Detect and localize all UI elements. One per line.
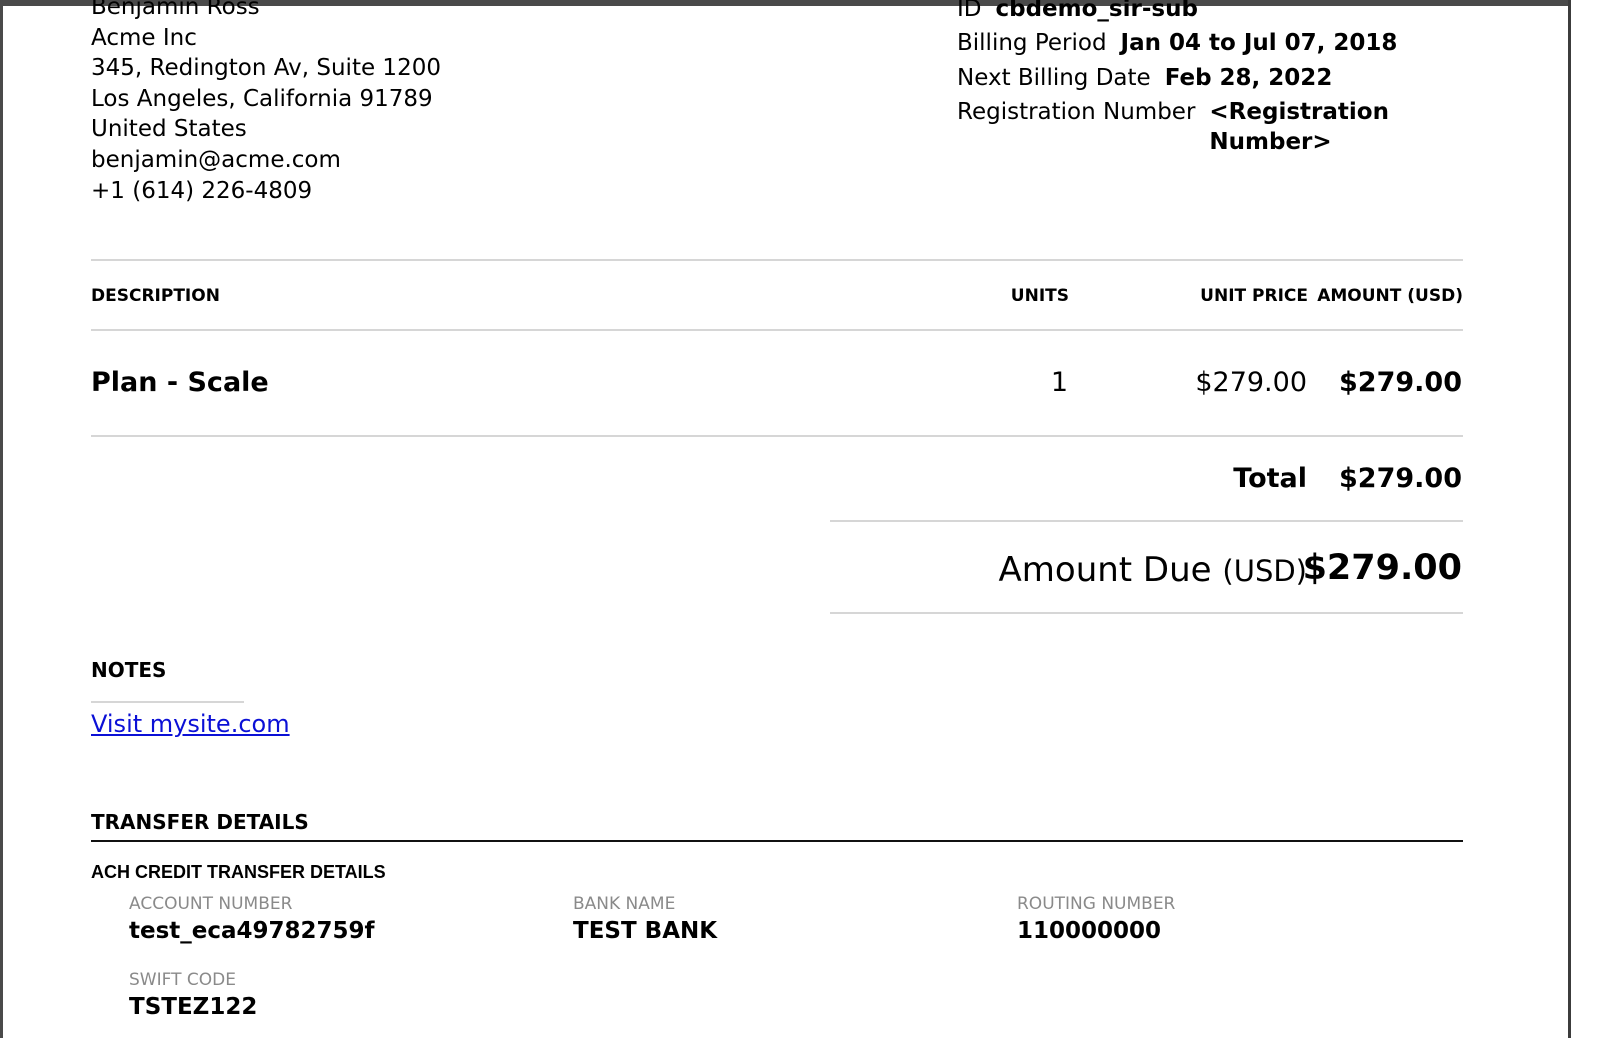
next-billing-label: Next Billing Date — [957, 64, 1151, 91]
customer-name: Benjamin Ross — [91, 0, 260, 20]
amount-due-label: Amount Due — [998, 550, 1212, 590]
next-billing-value: Feb 28, 2022 — [1164, 64, 1333, 91]
page-right-edge — [1568, 0, 1571, 1038]
customer-company: Acme Inc — [91, 24, 197, 51]
bank-name-value: TEST BANK — [573, 918, 718, 944]
total-divider — [830, 520, 1463, 522]
account-number-label: ACCOUNT NUMBER — [129, 894, 293, 914]
billing-period-row: Billing Period Jan 04 to Jul 07, 2018 — [957, 26, 1397, 60]
customer-city-line: Los Angeles, California 91789 — [91, 85, 433, 112]
header-amount: AMOUNT (USD) — [1317, 286, 1463, 306]
row-amount: $279.00 — [1339, 367, 1462, 398]
invoice-meta-block: ID cbdemo_sir-sub Billing Period Jan 04 … — [957, 0, 1397, 157]
swift-code-label: SWIFT CODE — [129, 970, 236, 990]
total-value: $279.00 — [1339, 463, 1462, 494]
customer-address-block: Benjamin Ross Acme Inc 345, Redington Av… — [91, 0, 441, 206]
bank-name-label: BANK NAME — [573, 894, 676, 914]
swift-code-value: TSTEZ122 — [129, 994, 258, 1020]
customer-phone: +1 (614) 226-4809 — [91, 177, 313, 204]
table-bottom-divider — [91, 435, 1463, 437]
row-units: 1 — [1050, 367, 1068, 398]
amount-due-divider — [830, 612, 1463, 614]
header-unit-price: UNIT PRICE — [1200, 286, 1308, 306]
customer-country: United States — [91, 116, 247, 143]
transfer-details-divider — [91, 840, 1463, 842]
transfer-details-title: TRANSFER DETAILS — [91, 810, 309, 834]
header-description: DESCRIPTION — [91, 286, 220, 306]
header-units: UNITS — [1010, 286, 1069, 306]
row-description: Plan - Scale — [91, 367, 269, 398]
invoice-id-label: ID — [957, 0, 982, 22]
registration-label: Registration Number — [957, 99, 1196, 126]
customer-street: 345, Redington Av, Suite 1200 — [91, 55, 441, 82]
customer-email: benjamin@acme.com — [91, 146, 341, 173]
viewer-right-gutter — [1570, 0, 1600, 1038]
notes-title: NOTES — [91, 658, 167, 682]
total-label: Total — [1233, 463, 1307, 494]
billing-period-value: Jan 04 to Jul 07, 2018 — [1120, 30, 1398, 57]
registration-row: Registration Number <Registration Number… — [957, 95, 1397, 157]
row-unit-price: $279.00 — [1195, 367, 1307, 398]
table-top-divider — [91, 259, 1463, 261]
billing-period-label: Billing Period — [957, 30, 1107, 57]
routing-number-label: ROUTING NUMBER — [1017, 894, 1176, 914]
notes-site-link[interactable]: Visit mysite.com — [91, 710, 290, 738]
invoice-id-value: cbdemo_sir-sub — [995, 0, 1198, 22]
amount-due-value: $279.00 — [1302, 548, 1462, 588]
invoice-id-row: ID cbdemo_sir-sub — [957, 0, 1397, 26]
page-left-edge — [0, 0, 3, 1038]
routing-number-value: 110000000 — [1017, 918, 1162, 944]
table-header-divider — [91, 329, 1463, 331]
next-billing-row: Next Billing Date Feb 28, 2022 — [957, 61, 1397, 95]
account-number-value: test_eca49782759f — [129, 918, 375, 944]
ach-credit-transfer-subtitle: ACH CREDIT TRANSFER DETAILS — [91, 862, 386, 882]
registration-value: <Registration Number> — [1209, 99, 1389, 156]
amount-due-unit: (USD) — [1222, 554, 1307, 588]
amount-due-label-group: Amount Due (USD) — [999, 550, 1307, 590]
notes-divider — [91, 701, 244, 703]
